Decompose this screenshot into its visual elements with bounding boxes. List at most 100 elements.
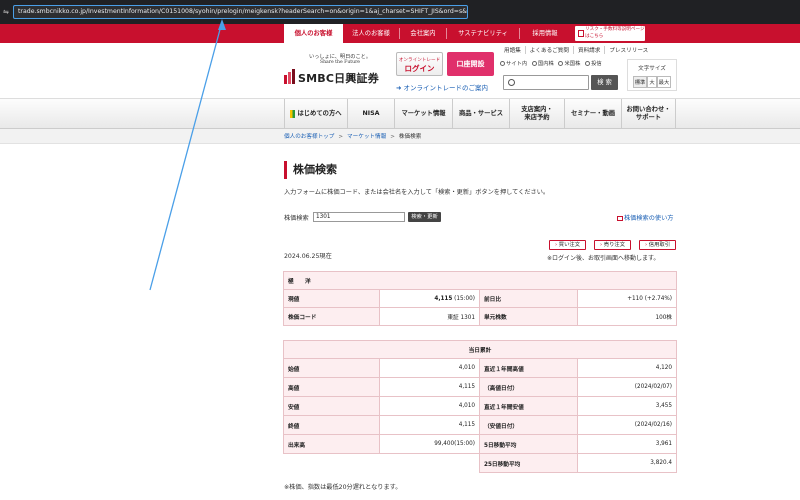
cell-label: 直近１年間高値 — [479, 358, 578, 378]
cell-value: 4,010 — [379, 358, 480, 378]
top-navigation: 個人のお客様 法人のお客様 会社案内 サステナビリティ 採用情報 › Engli… — [0, 24, 800, 61]
risk-fee-link[interactable]: リスク・手数料等説明ページ はこちら — [575, 26, 645, 41]
table-row: 現値 4,115 (15:00) 前日比 +110 (+2.74%) — [283, 289, 677, 308]
text-size-large[interactable]: 大 — [647, 76, 657, 88]
cell-label: （安値日付） — [479, 415, 578, 435]
cell-label: 25日移動平均 — [479, 453, 578, 473]
table-row: 極 洋 — [283, 271, 677, 290]
sell-order-button[interactable]: › 売り注文 — [594, 240, 631, 250]
radio-domestic-stock[interactable]: 国内株 — [531, 59, 554, 67]
nav-market-info[interactable]: マーケット情報 — [394, 99, 452, 129]
table-row: 始値 4,010 直近１年間高値 4,120 — [283, 358, 677, 378]
text-size-standard[interactable]: 標準 — [632, 76, 648, 88]
empty-cell — [283, 453, 380, 473]
breadcrumb-current: 株価検索 — [398, 134, 422, 140]
stock-summary-table: 極 洋 現値 4,115 (15:00) 前日比 +110 (+2.74%) 株… — [283, 271, 677, 326]
stock-code: 東証 1301 — [379, 307, 480, 326]
online-trade-guide-link[interactable]: ➜ オンライントレードのご案内 — [396, 82, 488, 92]
cell-value: (2024/02/16) — [577, 415, 677, 435]
radio-icon — [531, 61, 537, 66]
login-note: ※ログイン後、お取引画面へ移動します。 — [547, 255, 660, 262]
page-title: 株価検索 — [284, 161, 337, 179]
annotation-line — [149, 21, 223, 291]
slogan: いっしょに、明日のこと。 Share the Future — [300, 54, 380, 66]
site-search-input[interactable] — [503, 75, 589, 90]
tab-company[interactable]: 会社案内 — [400, 24, 446, 43]
search-scope-radios: サイト内 国内株 米国株 投信 — [500, 59, 605, 67]
table-row: 安値 4,010 直近１年間安値 3,455 — [283, 396, 677, 416]
instruction-text: 入力フォームに株価コード、または会社名を入力して「検索・更新」ボタンを押してくだ… — [284, 189, 550, 196]
cell-label: 出来高 — [283, 434, 380, 454]
cell-label: （高値日付） — [479, 377, 578, 397]
table-row: 出来高 99,400(15:00) 5日移動平均 3,961 — [283, 434, 677, 454]
open-account-button[interactable]: 口座開設 — [447, 52, 494, 76]
radio-icon — [585, 61, 591, 66]
nav-branches[interactable]: 支店案内・ 来店予約 — [509, 99, 564, 129]
radio-site[interactable]: サイト内 — [500, 59, 527, 67]
smbc-logo-icon[interactable] — [284, 69, 295, 84]
faq-link[interactable]: よくあるご質問 — [524, 46, 573, 54]
stock-name: 極 洋 — [283, 271, 677, 290]
main-navigation: はじめての方へ NISA マーケット情報 商品・サービス 支店案内・ 来店予約 … — [0, 98, 800, 129]
cell-value: 4,115 — [379, 377, 480, 397]
margin-trading-button[interactable]: › 信用取引 — [639, 240, 676, 250]
nav-support[interactable]: お問い合わせ・ サポート — [621, 99, 676, 129]
buy-order-button[interactable]: › 買い注文 — [549, 240, 586, 250]
cell-label: 株価コード — [283, 307, 380, 326]
tab-individual[interactable]: 個人のお客様 — [284, 24, 343, 43]
text-size-switcher: 文字サイズ 標準大最大 — [627, 59, 677, 91]
site-search: サイト内 国内株 米国株 投信 検 索 — [500, 59, 620, 95]
radio-fund[interactable]: 投信 — [585, 59, 602, 67]
breadcrumb-separator: > — [390, 134, 395, 140]
nav-nisa[interactable]: NISA — [347, 99, 394, 129]
table-row: 終値 4,115 （安値日付） (2024/02/16) — [283, 415, 677, 435]
online-trade-login-button[interactable]: オンライントレード ログイン — [396, 52, 443, 76]
cell-label: 終値 — [283, 415, 380, 435]
search-update-button[interactable]: 検索・更新 — [408, 212, 441, 222]
buy-order-label: 買い注文 — [558, 242, 580, 248]
cell-label: 単元株数 — [479, 307, 578, 326]
cell-label: 現値 — [283, 289, 380, 308]
radio-domestic-label: 国内株 — [537, 61, 554, 67]
table-row: 株価コード 東証 1301 単元株数 100株 — [283, 307, 677, 326]
cell-label: 高値 — [283, 377, 380, 397]
table-header: 当日累計 — [283, 340, 677, 359]
site-search-button[interactable]: 検 索 — [591, 75, 618, 90]
radio-icon — [500, 61, 505, 66]
utility-links: 用語集 よくあるご質問 資料請求 プレスリリース — [500, 46, 652, 56]
breadcrumb-home[interactable]: 個人のお客様トップ — [284, 134, 334, 140]
unit-shares: 100株 — [577, 307, 677, 326]
current-price: 4,115 (15:00) — [379, 289, 480, 308]
tab-sustainability[interactable]: サステナビリティ — [447, 24, 519, 43]
breadcrumb-market[interactable]: マーケット情報 — [347, 134, 386, 140]
stock-search-howto-link[interactable]: 株価検索の使い方 — [617, 213, 674, 222]
breadcrumb-bar: 個人のお客様トップ > マーケット情報 > 株価検索 — [0, 129, 800, 144]
text-size-max[interactable]: 最大 — [656, 76, 672, 88]
cell-label: 安値 — [283, 396, 380, 416]
request-docs-link[interactable]: 資料請求 — [572, 46, 604, 54]
nav-beginners-label: はじめての方へ — [297, 110, 342, 117]
nav-seminars[interactable]: セミナー・動画 — [564, 99, 621, 129]
glossary-link[interactable]: 用語集 — [500, 46, 525, 54]
nav-beginners[interactable]: はじめての方へ — [284, 99, 347, 129]
cell-value: 3,820.4 — [577, 453, 677, 473]
stock-search-input[interactable]: 1301 — [313, 212, 405, 222]
search-icon — [508, 79, 515, 86]
current-price-value: 4,115 — [434, 295, 453, 302]
cell-value: 3,455 — [577, 396, 677, 416]
url-field[interactable]: trade.smbcnikko.co.jp/InvestmentInformat… — [13, 5, 468, 19]
sell-order-label: 売り注文 — [603, 242, 625, 248]
tab-corporate[interactable]: 法人のお客様 — [343, 24, 399, 43]
radio-us-stock[interactable]: 米国株 — [558, 59, 580, 67]
tab-recruit[interactable]: 採用情報 — [520, 24, 570, 43]
radio-fund-label: 投信 — [591, 61, 602, 67]
nav-products[interactable]: 商品・サービス — [452, 99, 509, 129]
site-info-icon[interactable]: ⇋ — [3, 8, 9, 16]
stock-search-label: 株価検索 — [284, 215, 309, 222]
cell-value: 4,115 — [379, 415, 480, 435]
delay-footnote: ※株価、指数は最低20分遅れとなります。 — [284, 484, 402, 491]
press-release-link[interactable]: プレスリリース — [604, 46, 652, 54]
cell-value: 4,010 — [379, 396, 480, 416]
logo-text[interactable]: SMBC日興証券 — [298, 70, 379, 86]
margin-trading-label: 信用取引 — [648, 242, 670, 248]
